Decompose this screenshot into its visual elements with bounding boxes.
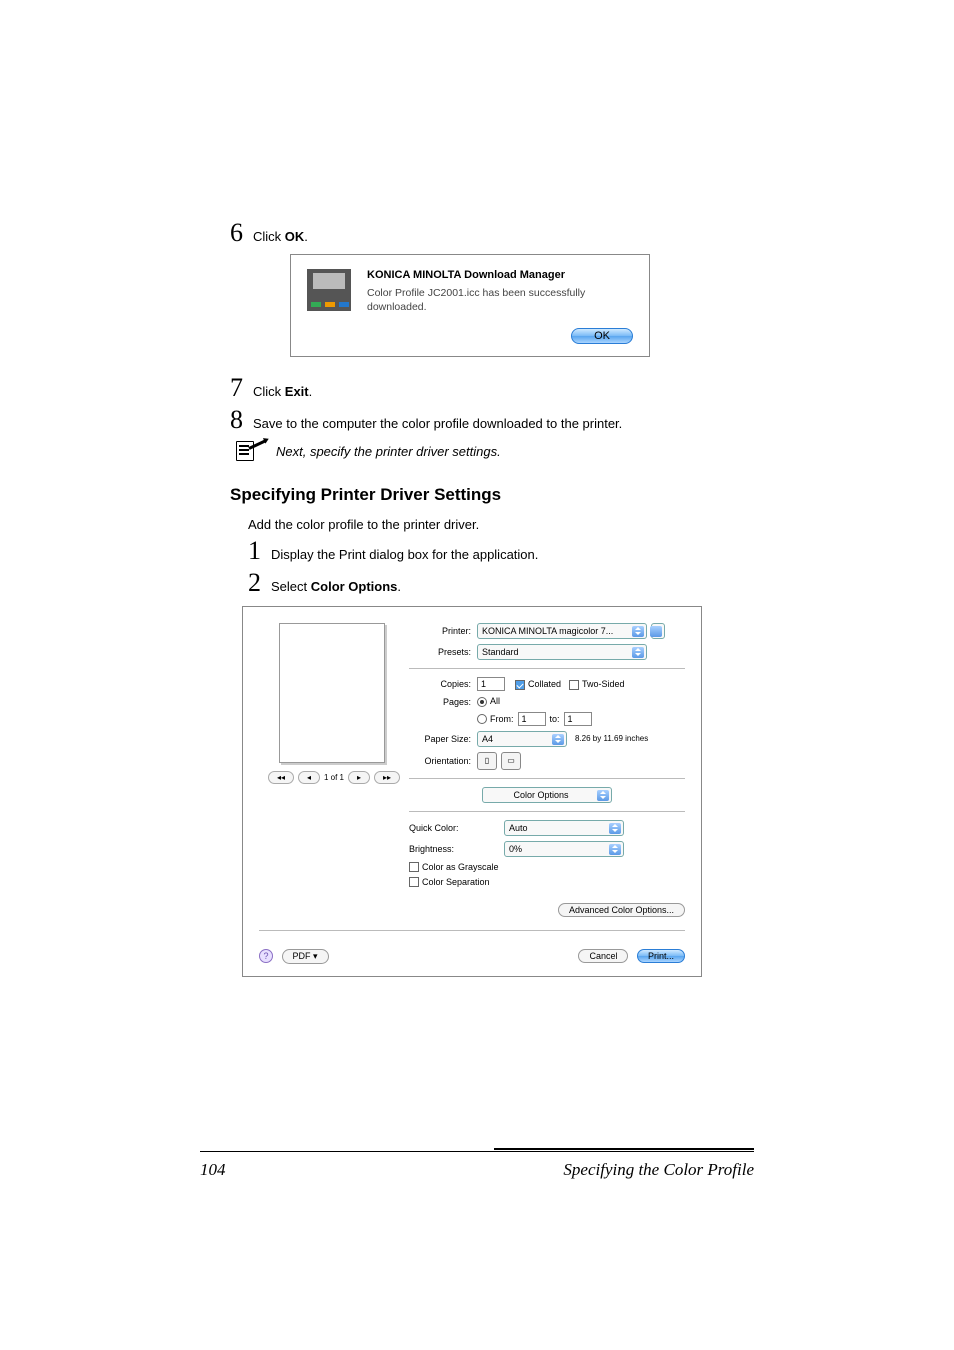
collated-checkbox[interactable] (515, 680, 525, 690)
pdf-button[interactable]: PDF ▾ (282, 949, 329, 964)
note-icon (236, 441, 268, 461)
portrait-button[interactable]: ▯ (477, 752, 497, 770)
step-number: 6 (230, 220, 243, 246)
last-page-button[interactable]: ▸▸ (374, 771, 400, 784)
dialog-title: KONICA MINOLTA Download Manager (367, 269, 633, 281)
panel-select[interactable]: Color Options (482, 787, 612, 803)
page-indicator: 1 of 1 (324, 773, 344, 782)
divider (409, 811, 685, 812)
step2-2: 2 Select Color Options. (248, 570, 754, 596)
advanced-color-button[interactable]: Advanced Color Options... (558, 903, 685, 917)
footer-accent (494, 1148, 754, 1150)
cancel-button[interactable]: Cancel (578, 949, 628, 963)
step-text: Display the Print dialog box for the app… (271, 547, 538, 562)
pages-to-label: to: (550, 714, 560, 724)
copies-label: Copies: (409, 679, 471, 689)
section-heading: Specifying Printer Driver Settings (230, 485, 754, 505)
download-manager-dialog: KONICA MINOLTA Download Manager Color Pr… (290, 254, 650, 357)
two-sided-checkbox[interactable] (569, 680, 579, 690)
dialog-message: Color Profile JC2001.icc has been succes… (367, 287, 633, 314)
orientation-label: Orientation: (409, 756, 471, 766)
presets-label: Presets: (409, 647, 471, 657)
intro-text: Add the color profile to the printer dri… (248, 517, 754, 532)
pages-all-radio[interactable] (477, 697, 487, 707)
page-number: 104 (200, 1160, 226, 1180)
print-preview (279, 623, 385, 763)
step-number: 1 (248, 538, 261, 564)
ok-button[interactable]: OK (571, 328, 633, 344)
quick-color-label: Quick Color: (409, 823, 504, 833)
step-text: Click Exit. (253, 384, 312, 399)
pages-from-input[interactable] (518, 712, 546, 726)
collated-label: Collated (528, 679, 561, 689)
first-page-button[interactable]: ◂◂ (268, 771, 294, 784)
step2-1: 1 Display the Print dialog box for the a… (248, 538, 754, 564)
divider (259, 930, 685, 931)
step-number: 7 (230, 375, 243, 401)
presets-select[interactable]: Standard (477, 644, 647, 660)
help-button[interactable]: ? (259, 949, 273, 963)
step-number: 8 (230, 407, 243, 433)
portrait-icon: ▯ (485, 756, 489, 765)
brightness-select[interactable]: 0% (504, 841, 624, 857)
page-footer: 104 Specifying the Color Profile (200, 1151, 754, 1180)
step-text: Click OK. (253, 229, 308, 244)
pages-to-input[interactable] (564, 712, 592, 726)
step-number: 2 (248, 570, 261, 596)
printer-label: Printer: (409, 626, 471, 636)
separation-label: Color Separation (422, 877, 490, 887)
print-button[interactable]: Print... (637, 949, 685, 963)
two-sided-label: Two-Sided (582, 679, 625, 689)
note: Next, specify the printer driver setting… (236, 441, 754, 461)
step-8: 8 Save to the computer the color profile… (230, 407, 754, 433)
step-text: Save to the computer the color profile d… (253, 416, 622, 431)
landscape-icon: ▭ (507, 756, 515, 765)
pages-label: Pages: (409, 697, 471, 707)
separation-checkbox[interactable] (409, 877, 419, 887)
pages-all-label: All (490, 696, 500, 706)
printer-select[interactable]: KONICA MINOLTA magicolor 7... (477, 623, 647, 639)
paper-size-select[interactable]: A4 (477, 731, 567, 747)
brightness-label: Brightness: (409, 844, 504, 854)
printer-info-button[interactable]: ▲ (651, 623, 665, 639)
preview-nav: ◂◂ ◂ 1 of 1 ▸ ▸▸ (259, 771, 409, 784)
step-text: Select Color Options. (271, 579, 401, 594)
quick-color-select[interactable]: Auto (504, 820, 624, 836)
paper-size-dim: 8.26 by 11.69 inches (575, 734, 648, 743)
copies-input[interactable] (477, 677, 505, 691)
divider (409, 778, 685, 779)
note-text: Next, specify the printer driver setting… (276, 444, 501, 459)
grayscale-label: Color as Grayscale (422, 862, 499, 872)
printer-icon (307, 269, 367, 314)
pages-from-label: From: (490, 714, 514, 724)
landscape-button[interactable]: ▭ (501, 752, 521, 770)
divider (409, 668, 685, 669)
pages-from-radio[interactable] (477, 714, 487, 724)
prev-page-button[interactable]: ◂ (298, 771, 320, 784)
print-dialog: ◂◂ ◂ 1 of 1 ▸ ▸▸ Printer: KONICA MINOLTA… (242, 606, 702, 977)
grayscale-checkbox[interactable] (409, 862, 419, 872)
paper-size-label: Paper Size: (409, 734, 471, 744)
step-6: 6 Click OK. (230, 220, 754, 246)
step-7: 7 Click Exit. (230, 375, 754, 401)
footer-title: Specifying the Color Profile (563, 1160, 754, 1180)
next-page-button[interactable]: ▸ (348, 771, 370, 784)
